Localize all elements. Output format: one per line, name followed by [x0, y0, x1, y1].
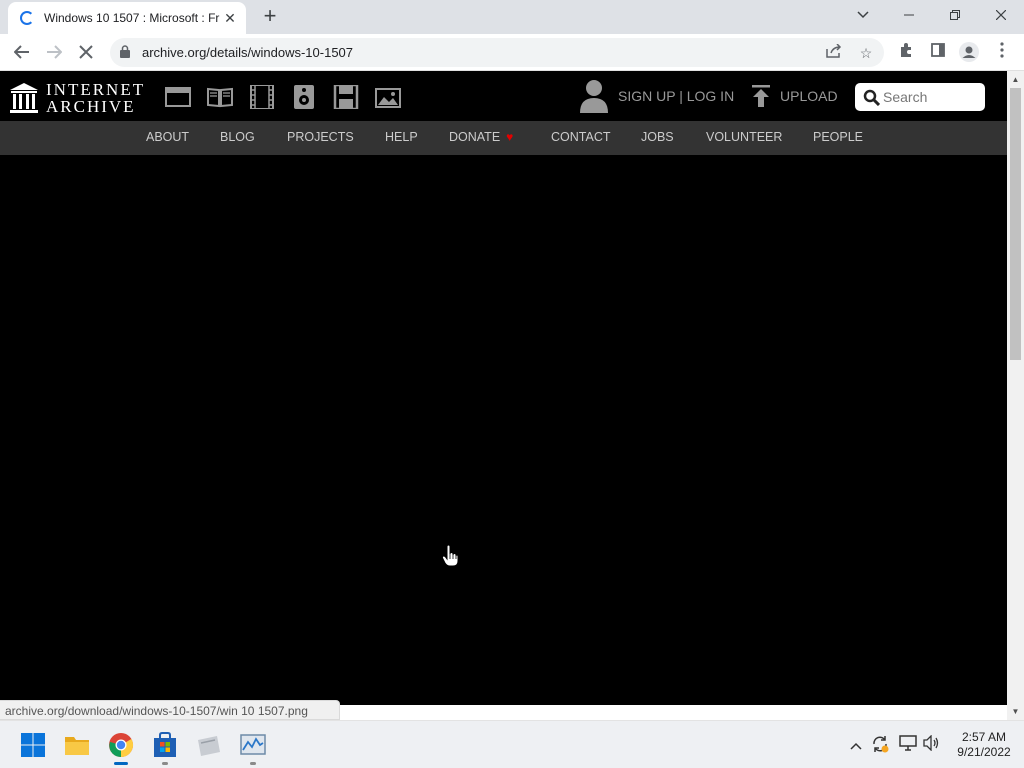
web-icon[interactable]: [165, 85, 191, 109]
back-button[interactable]: [9, 40, 35, 64]
windows-start-icon[interactable]: [19, 731, 47, 759]
chrome-active-indicator: [114, 762, 128, 765]
close-window-button[interactable]: [978, 0, 1024, 30]
restore-icon: [950, 10, 960, 20]
nav-blog[interactable]: BLOG: [220, 130, 255, 144]
volume-icon[interactable]: [922, 734, 942, 755]
address-bar[interactable]: archive.org/details/windows-10-1507 ☆: [110, 38, 884, 67]
restore-button[interactable]: [932, 0, 978, 30]
sync-icon[interactable]: [870, 735, 890, 755]
page-scrollbar[interactable]: ▲ ▼: [1007, 71, 1024, 720]
search-input[interactable]: [883, 86, 979, 108]
nav-about[interactable]: ABOUT: [146, 130, 189, 144]
file-explorer-icon[interactable]: [63, 731, 91, 759]
user-icon[interactable]: [579, 79, 609, 113]
clock-time: 2:57 AM: [961, 730, 1007, 744]
video-icon[interactable]: [249, 85, 275, 109]
internet-archive-logo[interactable]: INTERNET ARCHIVE: [10, 80, 145, 116]
microsoft-store-icon[interactable]: [151, 731, 179, 759]
bookmark-star-icon[interactable]: ☆: [856, 43, 876, 63]
nav-people[interactable]: PEOPLE: [813, 130, 863, 144]
network-icon[interactable]: [898, 735, 918, 755]
close-icon: [996, 10, 1006, 20]
app-icon[interactable]: [195, 731, 223, 759]
url-text: archive.org/details/windows-10-1507: [142, 45, 354, 60]
heart-icon: ♥: [506, 130, 514, 144]
nav-help[interactable]: HELP: [385, 130, 418, 144]
signup-login-link[interactable]: SIGN UP | LOG IN: [618, 88, 734, 104]
windows-taskbar: 2:57 AM 9/21/2022: [0, 720, 1024, 768]
nav-projects[interactable]: PROJECTS: [287, 130, 354, 144]
logo-line-2: ARCHIVE: [46, 97, 136, 116]
system-clock[interactable]: 2:57 AM 9/21/2022: [950, 730, 1018, 760]
share-icon[interactable]: [824, 43, 844, 63]
stop-icon: [79, 45, 93, 59]
chrome-icon[interactable]: [107, 731, 135, 759]
task-manager-running-indicator: [250, 762, 256, 765]
search-icon[interactable]: [863, 89, 880, 106]
profile-avatar-icon[interactable]: [958, 42, 980, 64]
archive-building-icon: [10, 83, 38, 113]
chrome-menu-icon[interactable]: [991, 42, 1013, 64]
upload-icon[interactable]: [752, 85, 770, 107]
tab-close-icon[interactable]: ✕: [222, 10, 238, 26]
tab-search-button[interactable]: [840, 0, 886, 30]
nav-contact[interactable]: CONTACT: [551, 130, 611, 144]
site-nav: ABOUT BLOG PROJECTS HELP DONATE ♥ CONTACT…: [0, 121, 1007, 155]
nav-donate: DONATE: [449, 130, 501, 144]
side-panel-icon[interactable]: [927, 42, 949, 64]
upload-link[interactable]: UPLOAD: [780, 88, 838, 104]
chevron-down-icon: [857, 11, 869, 19]
browser-toolbar: archive.org/details/windows-10-1507 ☆: [0, 34, 1024, 71]
new-tab-button[interactable]: +: [258, 5, 282, 28]
status-url: archive.org/download/windows-10-1507/win…: [5, 704, 308, 718]
audio-icon[interactable]: [291, 85, 317, 109]
hand-cursor-icon: [442, 545, 458, 567]
back-arrow-icon: [14, 45, 29, 59]
lock-icon: [120, 45, 130, 58]
forward-button[interactable]: [41, 40, 67, 64]
software-icon[interactable]: [333, 85, 359, 109]
show-hidden-icons-chevron-icon[interactable]: [846, 735, 866, 755]
stop-loading-button[interactable]: [73, 40, 99, 64]
browser-tab[interactable]: Windows 10 1507 : Microsoft : Fr ✕: [8, 2, 246, 34]
site-header: INTERNET ARCHIVE SIGN UP | LOG IN UPLOAD: [0, 71, 1007, 121]
forward-arrow-icon: [47, 45, 62, 59]
extensions-icon[interactable]: [895, 42, 917, 64]
tab-strip: Windows 10 1507 : Microsoft : Fr ✕ +: [0, 0, 1024, 34]
loading-spinner-icon: [20, 11, 34, 25]
nav-volunteer[interactable]: VOLUNTEER: [706, 130, 782, 144]
scroll-up-arrow-icon[interactable]: ▲: [1007, 71, 1024, 88]
tab-title: Windows 10 1507 : Microsoft : Fr: [44, 11, 220, 25]
nav-jobs[interactable]: JOBS: [641, 130, 674, 144]
task-manager-icon[interactable]: [239, 731, 267, 759]
minimize-button[interactable]: [886, 0, 932, 30]
scrollbar-thumb[interactable]: [1010, 88, 1021, 360]
nav-donate-item[interactable]: DONATE ♥: [449, 130, 513, 144]
images-icon[interactable]: [375, 85, 401, 109]
search-box: [855, 83, 985, 111]
texts-icon[interactable]: [207, 85, 233, 109]
theater-viewer[interactable]: [0, 155, 1007, 705]
minimize-icon: [904, 14, 914, 16]
store-running-indicator: [162, 762, 168, 765]
scroll-down-arrow-icon[interactable]: ▼: [1007, 703, 1024, 720]
clock-date: 9/21/2022: [957, 745, 1011, 759]
link-status-bubble: archive.org/download/windows-10-1507/win…: [0, 700, 340, 720]
